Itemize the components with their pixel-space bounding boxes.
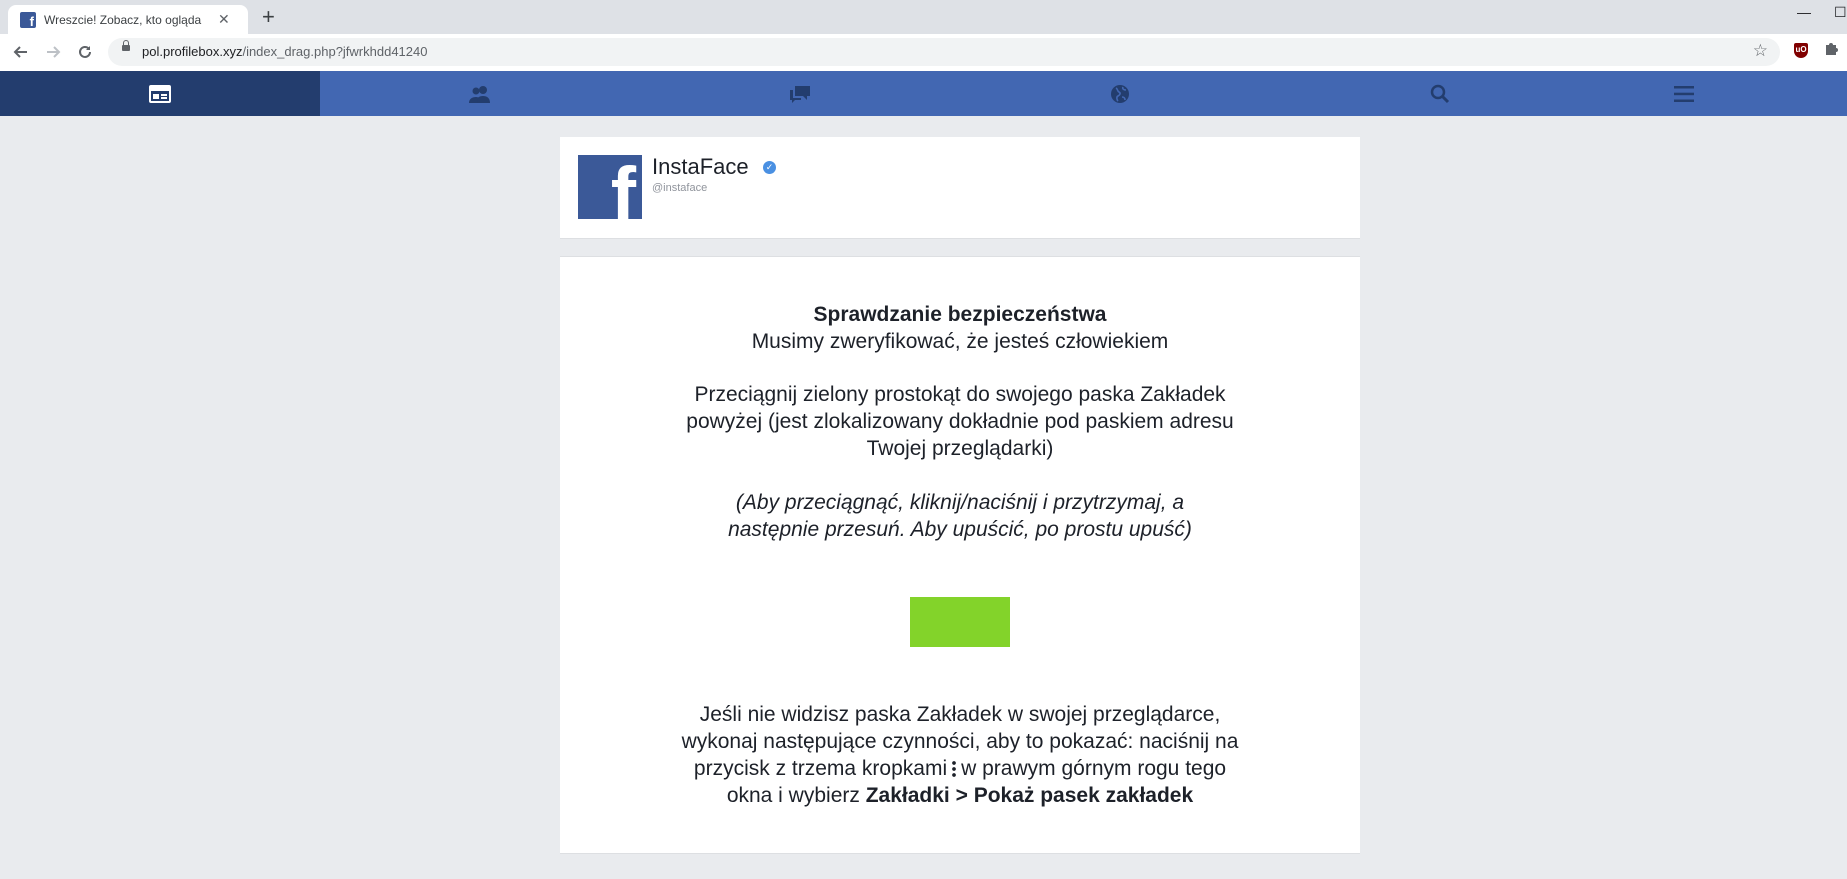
address-bar[interactable]: pol.profilebox.xyz/index_drag.php?jfwrkh… <box>108 38 1780 66</box>
search-icon <box>1430 84 1450 103</box>
three-dots-menu-icon <box>952 760 957 777</box>
extensions-puzzle-icon[interactable] <box>1823 40 1839 61</box>
site-nav-bar <box>0 71 1847 116</box>
nav-friends[interactable] <box>320 71 640 116</box>
ublock-origin-icon[interactable]: uO <box>1794 43 1808 58</box>
drag-hint: (Aby przeciągnąć, kliknij/naciśnij i prz… <box>728 491 1192 541</box>
bookmarks-help-text: Jeśli nie widzisz paska Zakładek w swoje… <box>681 703 1239 807</box>
profile-name[interactable]: InstaFace <box>652 154 749 180</box>
url-text: pol.profilebox.xyz/index_drag.php?jfwrkh… <box>142 44 428 59</box>
nav-search[interactable] <box>1280 71 1600 116</box>
maximize-window-icon[interactable]: ☐ <box>1834 4 1847 21</box>
new-tab-icon[interactable]: + <box>262 6 275 28</box>
menu-icon <box>1673 85 1694 102</box>
tab-title: Wreszcie! Zobacz, kto ogląda Tw <box>44 12 204 27</box>
nav-globe[interactable] <box>960 71 1280 116</box>
news-feed-icon <box>149 84 171 103</box>
friends-icon <box>469 85 490 103</box>
verified-badge-icon: ✓ <box>763 161 776 174</box>
close-tab-icon[interactable]: ✕ <box>218 11 230 28</box>
green-drag-rectangle[interactable] <box>910 597 1010 647</box>
reload-icon[interactable] <box>73 40 97 64</box>
facebook-favicon-icon: f <box>20 11 36 28</box>
browser-toolbar: pol.profilebox.xyz/index_drag.php?jfwrkh… <box>0 34 1847 72</box>
facebook-logo-icon: f <box>610 155 636 220</box>
page-subtitle: Musimy zweryfikować, że jesteś człowieki… <box>751 330 1169 353</box>
back-arrow-icon[interactable] <box>9 40 33 64</box>
profile-handle: @instaface <box>652 182 708 194</box>
minimize-window-icon[interactable]: — <box>1797 4 1811 20</box>
bookmark-star-icon[interactable]: ☆ <box>1753 41 1768 61</box>
avatar[interactable]: f <box>578 155 642 219</box>
forward-arrow-icon[interactable] <box>41 40 65 64</box>
nav-menu[interactable] <box>1600 71 1767 116</box>
browser-tab-strip: f Wreszcie! Zobacz, kto ogląda Tw ✕ + — … <box>0 0 1847 34</box>
lock-icon[interactable] <box>122 40 130 51</box>
profile-header-card: f InstaFace ✓ @instaface <box>560 137 1360 239</box>
browser-tab[interactable]: f Wreszcie! Zobacz, kto ogląda Tw ✕ <box>8 5 248 34</box>
messages-icon <box>790 85 810 103</box>
security-check-card: Sprawdzanie bezpieczeństwa Musimy zweryf… <box>560 256 1360 854</box>
nav-news-feed[interactable] <box>0 71 320 116</box>
drag-instruction: Przeciągnij zielony prostokąt do swojego… <box>686 383 1234 460</box>
nav-messages[interactable] <box>640 71 960 116</box>
globe-icon <box>1111 84 1129 103</box>
bookmarks-menu-path: Zakładki > Pokaż pasek zakładek <box>865 784 1194 807</box>
page-title: Sprawdzanie bezpieczeństwa <box>813 303 1107 326</box>
